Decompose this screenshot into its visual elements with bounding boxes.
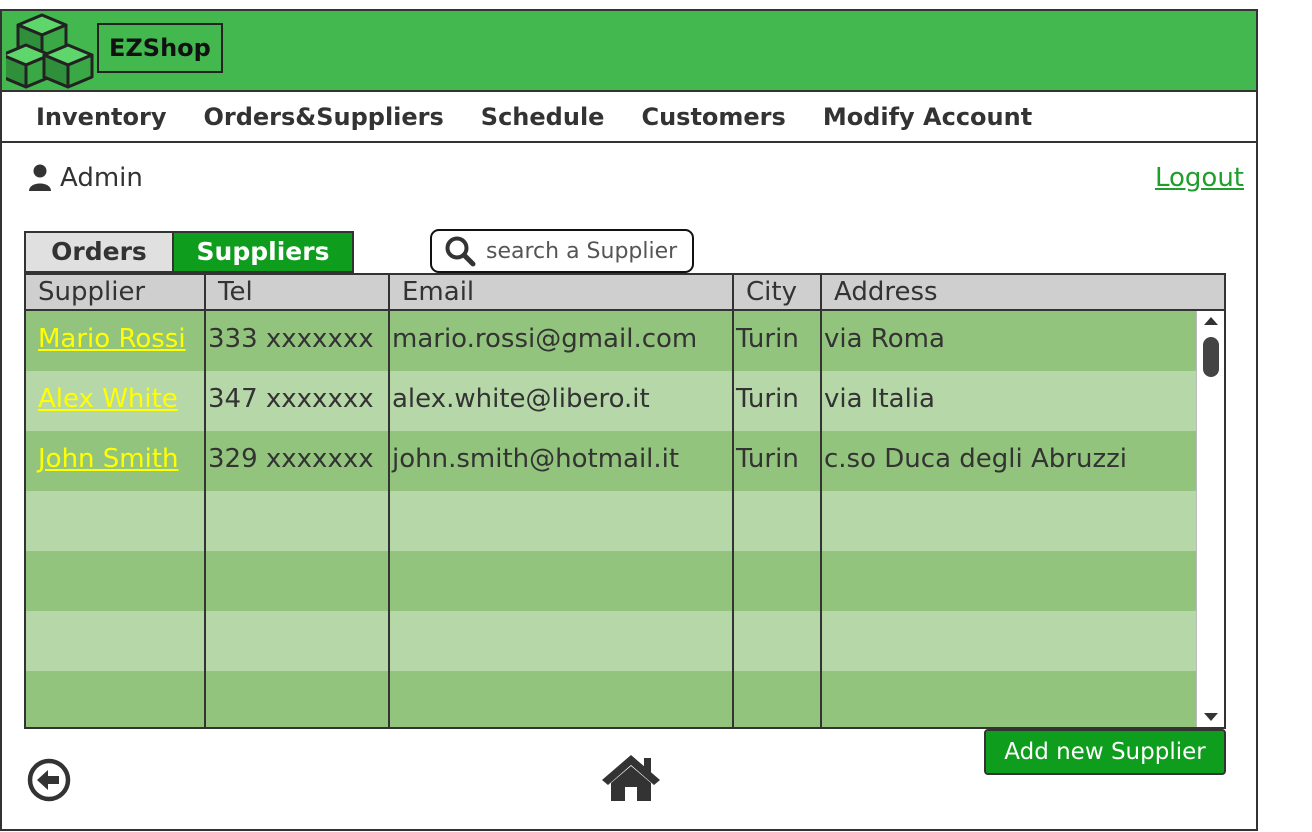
- column-header-city[interactable]: City: [734, 275, 822, 309]
- column-header-email[interactable]: Email: [390, 275, 734, 309]
- supplier-city: Turin: [734, 431, 822, 491]
- empty-table-row: [26, 611, 1196, 671]
- scroll-up-arrow-icon[interactable]: [1204, 317, 1218, 325]
- user-icon: [29, 164, 51, 191]
- empty-cell: [734, 671, 822, 727]
- supplier-name-link[interactable]: Alex White: [26, 371, 206, 431]
- supplier-address: via Italia: [824, 384, 935, 414]
- column-header-tel[interactable]: Tel: [206, 275, 390, 309]
- empty-cell: [734, 611, 822, 671]
- search-box[interactable]: [430, 229, 694, 273]
- empty-cell: [26, 611, 206, 671]
- empty-cell: [390, 671, 734, 727]
- table-body: Mario Rossi 333 xxxxxxx mario.rossi@gmai…: [26, 311, 1196, 727]
- brand-title: EZShop: [97, 23, 223, 73]
- supplier-email: alex.white@libero.it: [390, 371, 734, 431]
- empty-cell: [822, 551, 1196, 611]
- empty-table-row: [26, 491, 1196, 551]
- supplier-tel: 333 xxxxxxx: [206, 311, 390, 371]
- empty-cell: [206, 551, 390, 611]
- nav-item-orders-suppliers[interactable]: Orders&Suppliers: [203, 103, 443, 131]
- empty-cell: [206, 611, 390, 671]
- empty-table-row: [26, 671, 1196, 727]
- table-row[interactable]: Mario Rossi 333 xxxxxxx mario.rossi@gmai…: [26, 311, 1196, 371]
- empty-cell: [206, 491, 390, 551]
- user-name: Admin: [60, 163, 143, 193]
- empty-cell: [206, 671, 390, 727]
- nav-item-customers[interactable]: Customers: [641, 103, 785, 131]
- empty-cell: [26, 551, 206, 611]
- supplier-email: mario.rossi@gmail.com: [390, 311, 734, 371]
- empty-cell: [26, 671, 206, 727]
- supplier-tel: 329 xxxxxxx: [206, 431, 390, 491]
- main-nav: Inventory Orders&Suppliers Schedule Cust…: [2, 93, 1256, 143]
- supplier-address: c.so Duca degli Abruzzi: [824, 444, 1127, 474]
- supplier-name-link[interactable]: John Smith: [26, 431, 206, 491]
- tab-suppliers[interactable]: Suppliers: [172, 231, 354, 273]
- add-new-supplier-button[interactable]: Add new Supplier: [984, 729, 1226, 775]
- empty-cell: [822, 611, 1196, 671]
- empty-cell: [734, 491, 822, 551]
- current-user: Admin: [28, 163, 143, 193]
- search-input[interactable]: [486, 238, 691, 264]
- empty-cell: [734, 551, 822, 611]
- empty-cell: [390, 611, 734, 671]
- scroll-thumb[interactable]: [1203, 337, 1219, 377]
- supplier-name-link[interactable]: Mario Rossi: [26, 311, 206, 371]
- table-scrollbar[interactable]: [1196, 311, 1224, 727]
- app-header: EZShop: [0, 11, 1256, 92]
- supplier-tel: 347 xxxxxxx: [206, 371, 390, 431]
- empty-cell: [26, 491, 206, 551]
- tab-orders[interactable]: Orders: [24, 231, 172, 273]
- supplier-city: Turin: [734, 311, 822, 371]
- scroll-down-arrow-icon[interactable]: [1204, 713, 1218, 721]
- supplier-city: Turin: [734, 371, 822, 431]
- cubes-logo-icon: [0, 13, 96, 89]
- supplier-address: via Roma: [824, 324, 945, 354]
- app-window: EZShop Inventory Orders&Suppliers Schedu…: [0, 9, 1258, 831]
- empty-cell: [822, 671, 1196, 727]
- nav-item-schedule[interactable]: Schedule: [481, 103, 605, 131]
- table-row[interactable]: Alex White 347 xxxxxxx alex.white@libero…: [26, 371, 1196, 431]
- back-arrow-icon[interactable]: [26, 757, 72, 807]
- empty-cell: [390, 551, 734, 611]
- home-icon[interactable]: [600, 753, 662, 807]
- supplier-email: john.smith@hotmail.it: [390, 431, 734, 491]
- empty-cell: [390, 491, 734, 551]
- logout-link[interactable]: Logout: [1155, 163, 1244, 193]
- search-icon: [445, 236, 476, 267]
- nav-item-inventory[interactable]: Inventory: [36, 103, 166, 131]
- table-row[interactable]: John Smith 329 xxxxxxx john.smith@hotmai…: [26, 431, 1196, 491]
- nav-item-modify-account[interactable]: Modify Account: [823, 103, 1032, 131]
- table-header: Supplier Tel Email City Address: [26, 275, 1224, 311]
- column-header-address[interactable]: Address: [822, 275, 1224, 309]
- suppliers-table: Supplier Tel Email City Address Mario Ro…: [24, 273, 1226, 729]
- empty-table-row: [26, 551, 1196, 611]
- column-header-supplier[interactable]: Supplier: [26, 275, 206, 309]
- empty-cell: [822, 491, 1196, 551]
